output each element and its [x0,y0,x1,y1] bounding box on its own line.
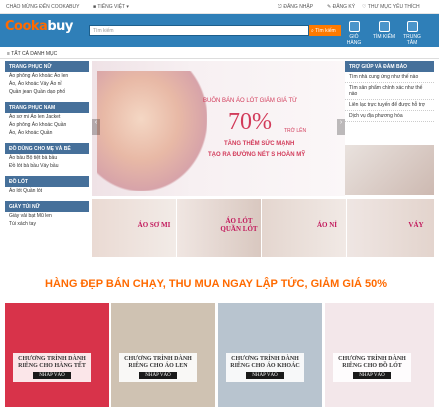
sidebar-link[interactable]: Áo lót Quần lót [5,187,89,195]
sidebar-link[interactable]: Túi xách tay [5,220,89,228]
card-button[interactable]: NHẤP VÀO [139,372,177,379]
page: { "topbar": { "welcome": "CHÀO MỪNG ĐẾN … [0,0,439,414]
sidebar-link[interactable]: Áo bầu Bộ tiệt bà bầu [5,154,89,162]
card-label-box: CHƯƠNG TRÌNH DÀNH RIÊNG CHO ÁO LEN NHẤP V… [119,353,197,382]
tile-shirts[interactable]: ÁO SƠ MI [92,199,176,257]
image-search-button[interactable]: TÌM KIẾM [372,21,396,40]
card-title: CHƯƠNG TRÌNH DÀNH RIÊNG CHO ÁO KHOÁC [230,356,300,369]
tile-underwear[interactable]: ÁO LÓT QUẦN LÓT [177,199,261,257]
card-label-box: CHƯƠNG TRÌNH DÀNH RIÊNG CHO ĐỒ LÓT NHẤP V… [333,353,411,382]
search-image-icon [378,21,390,32]
sidebar-heading-shoes-bags[interactable]: GIÀY TÚI NỮ [5,201,89,212]
banner-next-arrow[interactable]: › [337,119,345,135]
register-label: ĐĂNG KÝ [332,4,356,10]
help-title: TRỢ GIÚP VÀ ĐẢM BẢO [345,61,434,72]
banner-line5: TẠO RA ĐƯỜNG NÉT S HOÀN MỸ [208,152,306,158]
logo-tail: buy [47,19,73,34]
all-categories-text: TẤT CẢ DANH MỤC [11,51,58,57]
sidebar: TRANG PHỤC NỮ Áo phông Áo khoác Áo len Á… [5,61,89,249]
image-search-label: TÌM KIẾM [372,34,396,40]
search-placeholder: Tìm kiếm [93,28,114,34]
banner-suffix: TRỞ LÊN [284,128,307,134]
tile-label: ÁO NỈ [316,221,338,229]
help-center-label: TRUNG TÂM [403,34,421,46]
logo-main: Cooka [5,19,48,34]
language-selector[interactable]: ■ TIẾNG VIỆT ▾ [93,4,129,10]
card-title: CHƯƠNG TRÌNH DÀNH RIÊNG CHO HÀNG TẾT [18,356,86,369]
all-categories-label: ≡ TẤT CẢ DANH MỤC [7,51,58,57]
promo-text: HÀNG ĐẸP BÁN CHẠY, THU MUA NGAY LẬP TỨC,… [45,278,388,290]
search-button-label: Tìm kiếm [315,28,336,34]
tile-sweatshirts[interactable]: ÁO NỈ [262,199,346,257]
sidebar-link[interactable]: Áo phông Áo khoác Áo len [5,72,89,80]
help-icon [406,21,418,32]
banner-line4: TĂNG THÊM SỨC MẠNH [224,141,295,147]
card-jacket[interactable]: CHƯƠNG TRÌNH DÀNH RIÊNG CHO ÁO KHOÁC NHẤP… [218,303,322,407]
banner-model-image [97,71,207,191]
login-link[interactable]: ⎋ ĐĂNG NHẬP [278,4,313,10]
sidebar-link[interactable]: Áo, Áo khoác Váy Áo nỉ [5,80,89,88]
wishlist-link[interactable]: ♡ THƯ MỤC YÊU THÍCH [362,4,420,10]
help-center-button[interactable]: TRUNG TÂM [400,21,424,46]
help-link[interactable]: Tìm sản phẩm chính xác như thế nào [345,83,434,100]
help-link[interactable]: Liên lạc trực tuyến để được hỗ trợ [345,100,434,111]
cart-label: GIỎ HÀNG [346,34,362,46]
login-label: ĐĂNG NHẬP [283,4,314,10]
tile-label: VÁY [408,221,424,229]
search-button[interactable]: ⌕ Tìm kiếm [309,25,341,36]
cart-button[interactable]: GIỎ HÀNG [342,21,366,46]
card-label-box: CHƯƠNG TRÌNH DÀNH RIÊNG CHO HÀNG TẾT NHẤP… [13,353,91,382]
welcome-text: CHÀO MỪNG ĐẾN COOKABUY [6,4,80,10]
register-link[interactable]: ✎ ĐĂNG KÝ [327,4,355,10]
sidebar-heading-women[interactable]: TRANG PHỤC NỮ [5,61,89,72]
tile-label: ÁO LÓT QUẦN LÓT [220,217,258,233]
sidebar-link[interactable]: Quần jean Quần dạo phố [5,88,89,96]
card-button[interactable]: NHẤP VÀO [246,372,284,379]
tile-label: ÁO SƠ MI [137,221,171,229]
hero-banner[interactable]: BUÔN BÁN ÁO LÓT GIẢM GIÁ TỪ 70% TRỞ LÊN … [92,61,345,196]
card-button[interactable]: NHẤP VÀO [33,372,71,379]
logo[interactable]: Cookabuy [5,19,73,34]
sidebar-link[interactable]: Áo sơ mi Áo len Jacket [5,113,89,121]
banner-prev-arrow[interactable]: ‹ [92,119,100,135]
banner-percent: 70% [228,109,272,135]
card-lingerie[interactable]: CHƯƠNG TRÌNH DÀNH RIÊNG CHO ĐỒ LÓT NHẤP V… [325,303,434,407]
sidebar-link[interactable]: Áo, Áo khoác Quần [5,129,89,137]
sidebar-heading-underwear[interactable]: ĐỒ LÓT [5,176,89,187]
sidebar-link[interactable]: Áo phông Áo khoác Quần [5,121,89,129]
sidebar-link[interactable]: Đồ lót bà bầu Váy bầu [5,162,89,170]
card-label-box: CHƯƠNG TRÌNH DÀNH RIÊNG CHO ÁO KHOÁC NHẤP… [226,353,304,382]
promo-strip[interactable]: HÀNG ĐẸP BÁN CHẠY, THU MUA NGAY LẬP TỨC,… [5,264,435,298]
language-label: TIẾNG VIỆT [97,4,126,10]
search-input[interactable]: Tìm kiếm [89,25,309,36]
help-panel: TRỢ GIÚP VÀ ĐẢM BẢO Tìm nhà cung ứng như… [345,61,434,196]
sidebar-heading-men[interactable]: TRANG PHỤC NAM [5,102,89,113]
card-sweater[interactable]: CHƯƠNG TRÌNH DÀNH RIÊNG CHO ÁO LEN NHẤP V… [111,303,215,407]
banner-line1: BUÔN BÁN ÁO LÓT GIẢM GIÁ TỪ [203,98,298,104]
header: Cookabuy Tìm kiếm ⌕ Tìm kiếm GIỎ HÀNG TÌ… [0,14,439,47]
sidebar-heading-mother-baby[interactable]: ĐỒ DÙNG CHO MẸ VÀ BÉ [5,143,89,154]
cart-icon [348,21,360,32]
card-title: CHƯƠNG TRÌNH DÀNH RIÊNG CHO ĐỒ LÓT [338,356,406,369]
help-link[interactable]: Dịch vụ địa phương hóa [345,111,434,122]
help-panel-image[interactable] [345,145,434,195]
category-bar[interactable]: ≡ TẤT CẢ DANH MỤC [0,47,439,59]
card-tet[interactable]: CHƯƠNG TRÌNH DÀNH RIÊNG CHO HÀNG TẾT NHẤP… [5,303,109,407]
top-bar: CHÀO MỪNG ĐẾN COOKABUY ■ TIẾNG VIỆT ▾ ⎋ … [0,0,439,14]
tile-dresses[interactable]: VÁY [347,199,434,257]
wishlist-label: THƯ MỤC YÊU THÍCH [367,4,420,10]
card-button[interactable]: NHẤP VÀO [353,372,391,379]
sidebar-link[interactable]: Giày vải bạt Mũ len [5,212,89,220]
card-title: CHƯƠNG TRÌNH DÀNH RIÊNG CHO ÁO LEN [124,356,192,369]
help-link[interactable]: Tìm nhà cung ứng như thế nào [345,72,434,83]
